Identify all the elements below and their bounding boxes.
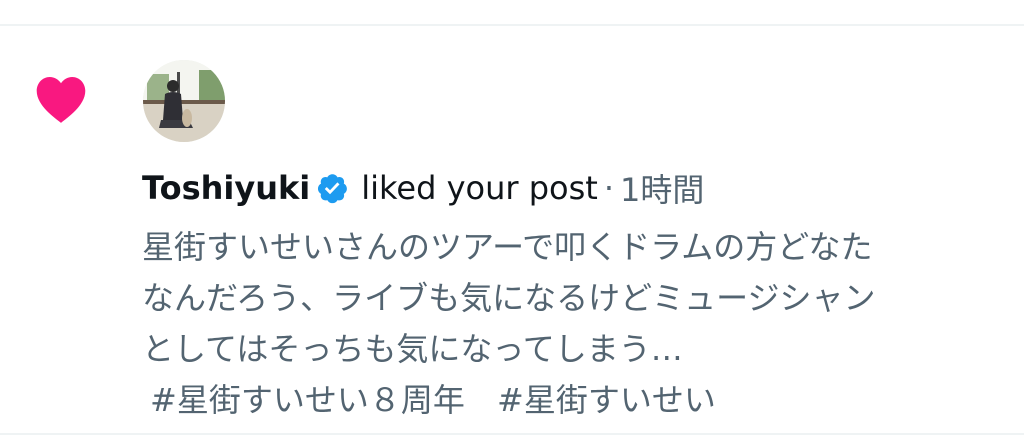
avatar[interactable] <box>143 60 225 142</box>
post-preview[interactable]: 星街すいせいさんのツアーで叩くドラムの方どなた なんだろう、ライブも気になるけど… <box>142 222 992 426</box>
post-text-line: なんだろう、ライブも気になるけどミュージシャン <box>142 279 876 317</box>
heart-icon <box>36 76 86 123</box>
action-text: liked your post <box>361 169 598 207</box>
separator-dot: · <box>603 169 614 207</box>
username-link[interactable]: Toshiyuki <box>142 169 310 207</box>
post-text-line: としてはそっちも気になってしまう… <box>142 330 683 368</box>
hashtag-link[interactable]: #星街すいせい８周年 <box>150 381 465 419</box>
hashtag-row: #星街すいせい８周年 #星街すいせい <box>142 375 992 426</box>
notification-headline: Toshiyuki liked your post · 1時間 <box>142 166 704 210</box>
verified-badge-icon <box>318 174 348 204</box>
hashtag-link[interactable]: #星街すいせい <box>497 381 716 419</box>
post-text-line: 星街すいせいさんのツアーで叩くドラムの方どなた <box>142 228 873 266</box>
avatar-photo <box>143 60 225 142</box>
bottom-divider <box>0 433 1024 435</box>
timestamp: 1時間 <box>620 171 705 209</box>
